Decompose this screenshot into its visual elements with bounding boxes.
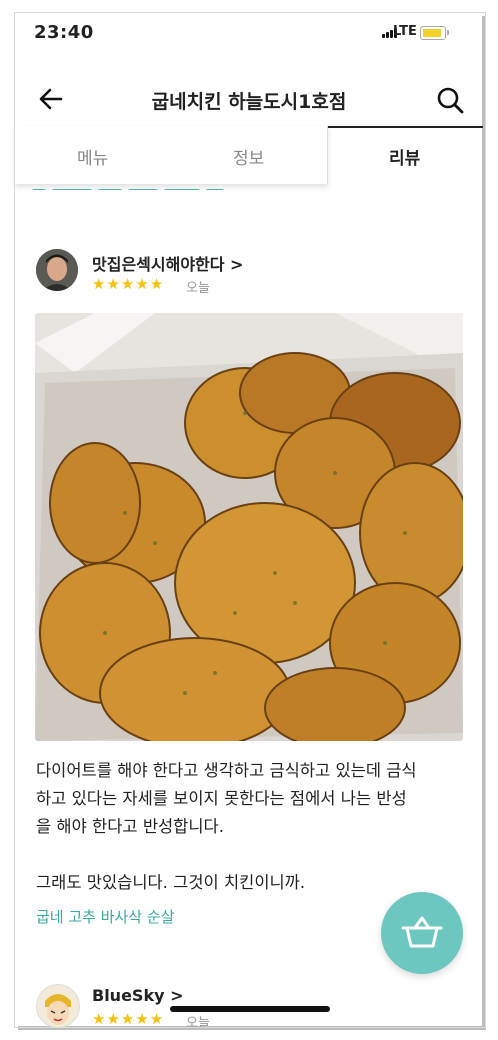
avatar[interactable] (36, 249, 78, 291)
review-text-line (36, 841, 466, 869)
basket-icon (401, 916, 443, 948)
network-label: LTE (393, 24, 417, 39)
rating-stars: ★★★★★ (92, 1010, 165, 1028)
reviewer-name[interactable]: 맛집은섹시해야한다 > (92, 251, 243, 275)
rating-stars: ★★★★★ (92, 275, 165, 293)
home-indicator[interactable] (170, 1006, 330, 1012)
tab-inactive-panel (15, 126, 328, 184)
review-text: 다이어트를 해야 한다고 생각하고 금식하고 있는데 금식 하고 있다는 자세를… (36, 757, 466, 897)
tab-active-indicator (327, 126, 483, 128)
ordered-menu-link[interactable]: 굽네 고추 바사삭 순살 (36, 906, 175, 927)
review-text-line: 하고 있다는 자세를 보이지 못한다는 점에서 나는 반성 (36, 789, 407, 808)
review-text-line: 을 해야 한다고 반성합니다. (36, 817, 224, 836)
app-screen: 23:40 LTE 굽네치킨 하늘도시1호점 메뉴 정보 리뷰 맛집은섹시해야한… (0, 0, 498, 1040)
reviewer-name[interactable]: BlueSky > (92, 986, 184, 1005)
search-icon[interactable] (435, 85, 465, 115)
page-title: 굽네치킨 하늘도시1호점 (151, 91, 347, 113)
nav-bar: 굽네치킨 하늘도시1호점 (15, 75, 483, 125)
review-text-line: 다이어트를 해야 한다고 생각하고 금식하고 있는데 금식 (36, 761, 417, 780)
avatar[interactable] (36, 984, 80, 1028)
review-date: 오늘 (186, 281, 210, 296)
status-time: 23:40 (34, 22, 94, 43)
cart-button[interactable] (381, 892, 463, 974)
battery-icon (420, 26, 446, 40)
tab-menu[interactable]: 메뉴 (77, 144, 108, 169)
review-date: 오늘 (186, 1016, 210, 1031)
review-photo[interactable] (35, 313, 463, 741)
tab-review[interactable]: 리뷰 (389, 144, 420, 169)
tab-info[interactable]: 정보 (233, 144, 264, 169)
clipped-text-strip (32, 178, 292, 190)
tab-bar: 메뉴 정보 리뷰 (15, 126, 483, 186)
frame-shadow-bottom (18, 1026, 486, 1030)
battery-tip (447, 30, 449, 35)
